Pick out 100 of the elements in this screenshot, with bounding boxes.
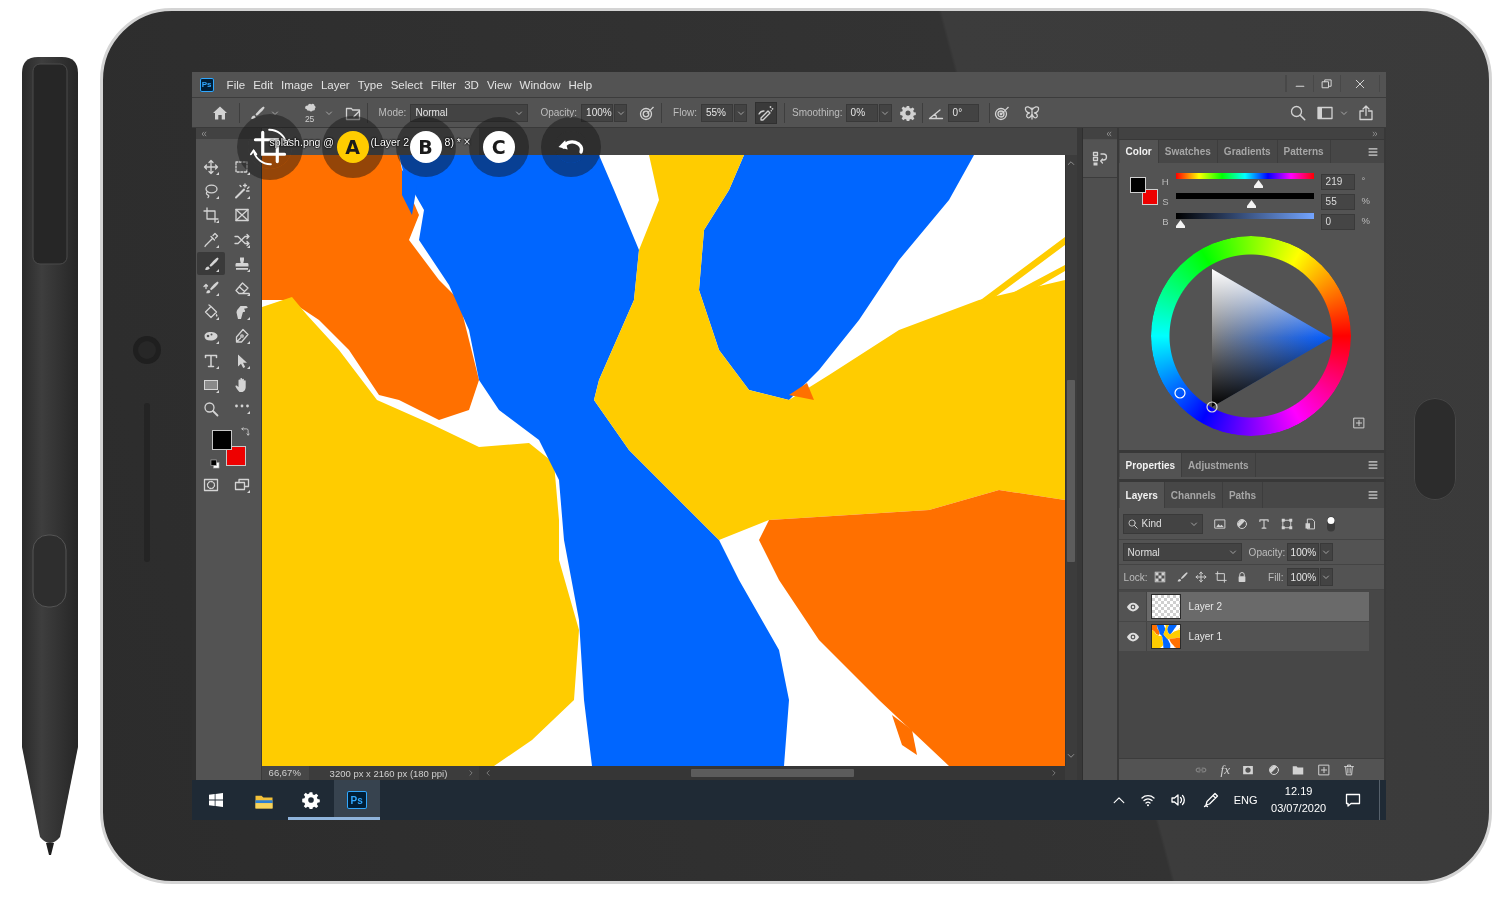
taskbar-app-button[interactable]: Ps [333,780,380,820]
panel-tab[interactable]: Channels [1164,482,1223,508]
opacity-field[interactable]: 100% [1286,543,1319,561]
scrollbar-thumb[interactable] [1067,380,1076,562]
share-icon[interactable] [1357,104,1374,121]
plus-icon[interactable] [1352,417,1365,429]
panel-layout-icon[interactable] [1316,104,1333,121]
butterfly-icon[interactable] [1023,104,1040,121]
panel-tab[interactable]: Layers [1119,482,1165,508]
double-chevron-left-icon[interactable] [1104,130,1113,137]
opacity-field[interactable]: 100% [581,103,614,122]
panel-tab[interactable]: Properties [1119,453,1183,477]
language-indicator[interactable]: ENG [1229,794,1262,806]
brush-icon[interactable] [1175,571,1188,583]
contrast-icon[interactable] [1235,517,1248,530]
smoothing-field[interactable]: 0% [845,103,878,122]
plus-icon[interactable] [1318,763,1330,776]
angle-field[interactable]: 0° [947,103,979,122]
background-color-swatch[interactable] [225,446,246,467]
menu-item[interactable]: Filter [430,78,457,91]
swap-arrows-icon[interactable] [239,427,250,438]
foreground-color-swatch[interactable] [211,430,232,451]
menu-item[interactable]: Help [568,78,593,91]
screen-mode-icon[interactable] [234,477,251,494]
settings-icon[interactable] [899,104,916,121]
menu-item[interactable]: Layer [320,78,350,91]
menu-item[interactable]: Select [390,78,423,91]
image-icon[interactable] [1213,517,1226,530]
value-field[interactable]: 219 [1320,174,1355,190]
restore-icon[interactable] [1320,77,1333,90]
panel-menu-icon[interactable] [1366,460,1379,470]
mode-dropdown[interactable]: Normal [410,103,529,122]
text-icon[interactable] [1257,517,1270,530]
chevron-left-icon[interactable] [484,769,491,777]
zoom-field[interactable]: 66,67% [261,766,309,780]
target-pen-icon[interactable] [993,104,1010,121]
layer-effects[interactable]: fx [1220,762,1230,777]
clock-time[interactable]: 12.19 [1284,783,1313,800]
speaker-icon[interactable] [1169,792,1186,808]
clock-date[interactable]: 03/07/2020 [1271,800,1327,817]
brush-icon[interactable] [248,104,265,121]
close-icon[interactable] [1353,77,1366,90]
menu-item[interactable]: Window [519,78,561,91]
panel-tab[interactable]: Patterns [1277,140,1331,163]
layer-row[interactable]: Layer 1 [1118,622,1369,652]
airbrush-toggle[interactable] [755,101,777,124]
history-icon[interactable] [1091,150,1108,167]
document-icon[interactable] [1303,517,1316,530]
caret-icon[interactable] [270,108,279,117]
checkerboard-icon[interactable] [1153,571,1166,583]
contrast-icon[interactable] [1268,763,1280,776]
notification-icon[interactable] [1344,792,1361,808]
fill-field[interactable]: 100% [1286,568,1319,586]
value-field[interactable]: 55 [1320,194,1355,210]
trash-icon[interactable] [1343,763,1355,776]
menu-item[interactable]: File [226,78,246,91]
panel-tab[interactable]: Paths [1222,482,1264,508]
folder-icon[interactable] [1292,763,1304,776]
blend-mode-dropdown[interactable]: Normal [1122,543,1242,561]
menu-item[interactable]: 3D [464,78,479,91]
panel-menu-icon[interactable] [1366,490,1379,500]
value-field[interactable]: 0 [1320,214,1355,230]
eye-icon[interactable] [1125,601,1140,612]
slider-thumb[interactable] [1246,200,1256,208]
flow-field[interactable]: 55% [701,103,733,122]
mask-icon[interactable] [1242,763,1254,776]
panel-menu-icon[interactable] [1366,146,1379,157]
menu-item[interactable]: Type [357,78,383,91]
move-icon[interactable] [1194,571,1207,583]
artboard-icon[interactable] [1214,571,1227,583]
chevron-down-icon[interactable] [1067,752,1076,760]
tab-close[interactable]: × [463,134,471,149]
tool-button[interactable] [197,252,226,276]
layer-row[interactable]: Layer 2 [1118,592,1369,622]
panel-tab[interactable]: Adjustments [1182,453,1256,477]
transform-icon[interactable] [1280,517,1293,530]
eye-icon[interactable] [1125,631,1140,642]
home-icon[interactable] [211,104,228,121]
menu-item[interactable]: Image [280,78,313,91]
wifi-icon[interactable] [1139,792,1156,808]
horizontal-scrollbar[interactable] [478,766,1065,780]
pressure-pen-icon[interactable] [639,104,656,121]
panel-tab[interactable]: Gradients [1217,140,1278,163]
search-icon[interactable] [1289,104,1306,121]
double-chevron-left-icon[interactable] [199,130,208,137]
filter-dropdown[interactable]: Kind [1122,513,1203,534]
menu-item[interactable]: Edit [253,78,273,91]
slider-thumb[interactable] [1254,180,1264,188]
toggle-switch[interactable] [1325,515,1336,532]
default-colors-icon[interactable] [209,459,220,470]
slider-thumb[interactable] [1175,220,1185,228]
double-chevron-right-icon[interactable] [1370,130,1379,137]
chevron-right-icon[interactable] [1050,769,1057,777]
panel-tab[interactable]: Swatches [1158,140,1218,163]
menu-item[interactable]: View [486,78,512,91]
scrollbar-thumb[interactable] [690,769,854,777]
hue-marker-icon[interactable] [1173,387,1186,400]
quick-mask-icon[interactable] [203,477,220,494]
background-color-swatch[interactable] [1141,189,1158,205]
pen-icon[interactable] [1202,792,1219,808]
